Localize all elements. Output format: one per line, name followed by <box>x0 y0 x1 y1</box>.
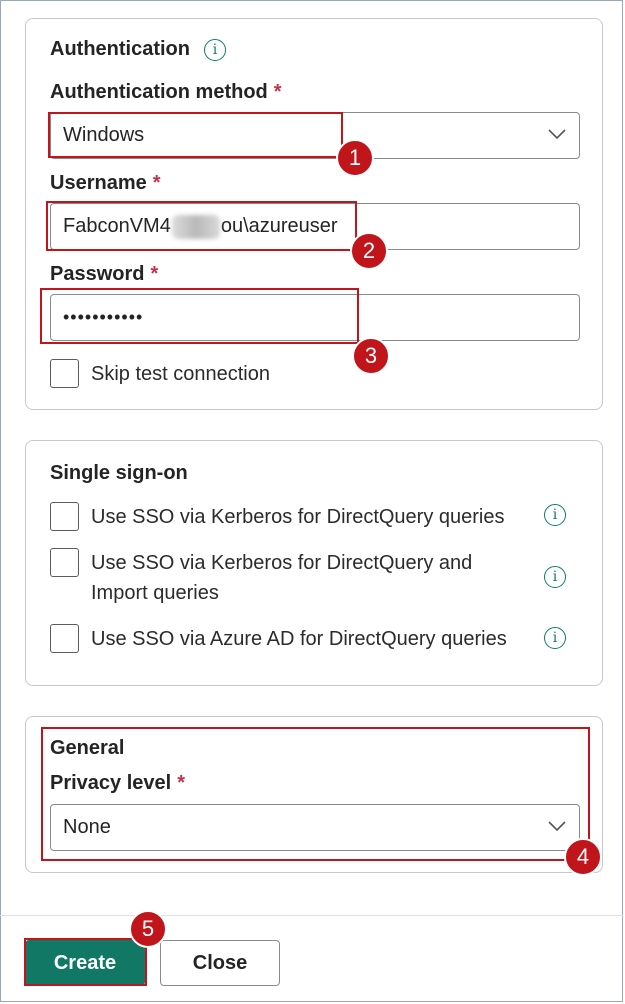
required-mark: * <box>273 81 282 103</box>
callout-badge: 4 <box>564 838 602 876</box>
footer-divider <box>0 915 623 916</box>
info-icon[interactable]: i <box>544 566 566 588</box>
sso-option-label: Use SSO via Azure AD for DirectQuery que… <box>91 628 507 650</box>
required-mark: * <box>150 263 159 285</box>
callout-box-create <box>24 938 147 986</box>
info-icon[interactable]: i <box>204 39 226 61</box>
sso-option-label: Use SSO via Kerberos for DirectQuery and… <box>91 552 473 604</box>
sso-kerberos-directquery-checkbox[interactable] <box>50 502 79 531</box>
close-button[interactable]: Close <box>160 940 280 986</box>
sso-section: Single sign-on Use SSO via Kerberos for … <box>25 440 603 686</box>
callout-badge: 1 <box>336 139 374 177</box>
callout-badge: 5 <box>129 910 167 948</box>
chevron-down-icon <box>548 129 566 140</box>
required-mark: * <box>152 172 161 194</box>
sso-azure-ad-checkbox[interactable] <box>50 624 79 653</box>
auth-method-label: Authentication method * <box>50 81 282 104</box>
password-label: Password * <box>50 263 158 286</box>
sso-title: Single sign-on <box>50 462 188 484</box>
callout-box-password <box>40 288 359 344</box>
sso-kerberos-directquery-import-checkbox[interactable] <box>50 548 79 577</box>
username-label: Username * <box>50 172 161 195</box>
callout-badge: 2 <box>350 232 388 270</box>
skip-test-connection-checkbox[interactable] <box>50 359 79 388</box>
callout-badge: 3 <box>352 337 390 375</box>
auth-method-label-text: Authentication method <box>50 81 268 103</box>
callout-box-auth-method <box>48 112 343 158</box>
callout-box-general <box>41 727 590 861</box>
info-icon[interactable]: i <box>544 504 566 526</box>
authentication-title: Authentication <box>50 38 190 60</box>
password-label-text: Password <box>50 263 145 285</box>
skip-test-connection-label: Skip test connection <box>91 363 270 385</box>
sso-option-label: Use SSO via Kerberos for DirectQuery que… <box>91 506 505 528</box>
username-label-text: Username <box>50 172 147 194</box>
info-icon[interactable]: i <box>544 627 566 649</box>
callout-box-username <box>46 201 357 251</box>
